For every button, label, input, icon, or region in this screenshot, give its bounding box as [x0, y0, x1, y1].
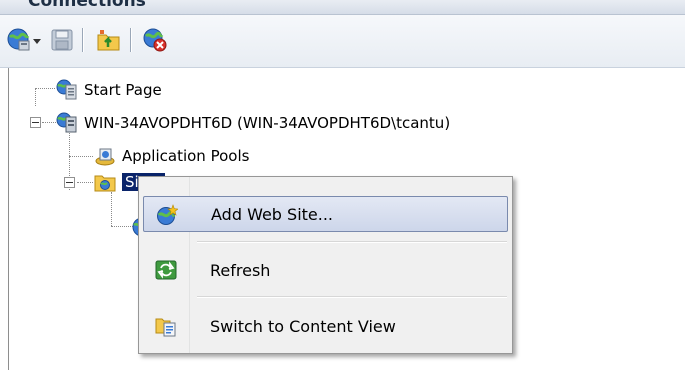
dropdown-arrow-icon[interactable] [32, 27, 42, 53]
tree-connector [77, 182, 93, 183]
panel-title: Connections [28, 0, 146, 11]
tree-connector [42, 122, 56, 123]
connect-button[interactable] [6, 27, 42, 53]
tree-node-server[interactable]: WIN-34AVOPDHT6D (WIN-34AVOPDHT6D\tcantu) [56, 111, 450, 135]
server-icon [56, 112, 77, 133]
tree-node-application-pools[interactable]: Application Pools [94, 144, 249, 168]
menu-item-label: Refresh [210, 260, 271, 280]
tree-node-label: Application Pools [122, 147, 250, 165]
menu-item-switch-to-content-view[interactable]: Switch to Content View [143, 308, 508, 344]
save-icon [51, 29, 73, 51]
start-page-icon [56, 79, 77, 100]
refresh-icon [155, 260, 177, 280]
tree-left-border [8, 68, 9, 370]
collapse-server-toggle[interactable] [30, 117, 41, 128]
sites-folder-icon [94, 175, 116, 192]
toolbar-separator [82, 28, 84, 52]
tree-node-label: Start Page [84, 81, 162, 99]
application-pools-icon [95, 148, 115, 166]
tree-connector [35, 88, 36, 106]
tree-node-label: WIN-34AVOPDHT6D (WIN-34AVOPDHT6D\tcantu) [84, 114, 451, 132]
disconnect-button[interactable] [142, 27, 168, 53]
disconnect-icon [143, 28, 167, 52]
menu-item-add-web-site[interactable]: Add Web Site... [143, 196, 508, 232]
collapse-sites-toggle[interactable] [64, 177, 75, 188]
save-button[interactable] [50, 27, 74, 53]
connections-toolbar [0, 15, 685, 68]
globe-connect-icon [7, 28, 30, 51]
menu-item-refresh[interactable]: Refresh [143, 252, 508, 288]
context-menu: Add Web Site... Refresh Switch to Conten… [138, 176, 513, 354]
up-level-button[interactable] [96, 27, 122, 53]
content-view-icon [155, 318, 176, 337]
add-web-site-icon [157, 204, 178, 225]
toolbar-separator [130, 28, 132, 52]
tree-connector [35, 88, 55, 89]
menu-item-label: Switch to Content View [210, 316, 396, 336]
menu-separator [197, 296, 507, 298]
tree-node-start-page[interactable]: Start Page [56, 78, 162, 102]
menu-separator [197, 241, 507, 243]
folder-up-icon [97, 30, 120, 51]
tree-connector [111, 192, 112, 226]
menu-item-label: Add Web Site... [211, 204, 334, 224]
connections-panel-header: Connections [0, 0, 685, 15]
tree-connector [69, 156, 93, 157]
